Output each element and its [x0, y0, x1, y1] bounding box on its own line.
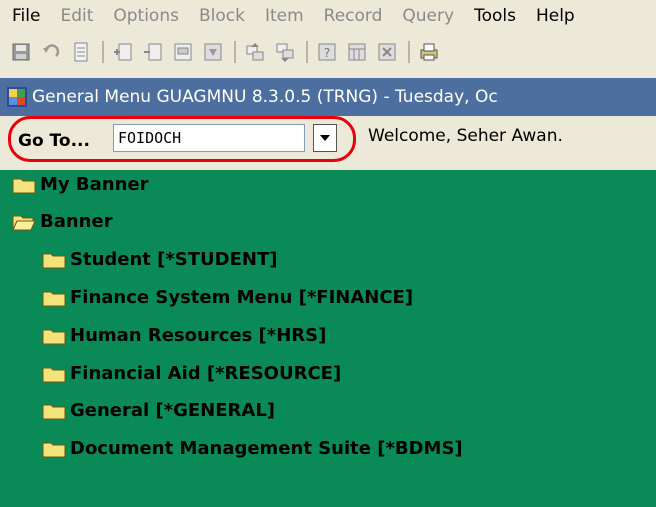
- menu-tree: My Banner Banner Student [*STUDENT] Fina…: [0, 170, 656, 507]
- document-icon[interactable]: [68, 39, 94, 65]
- folder-icon: [42, 291, 66, 306]
- application-icon: [7, 87, 27, 107]
- enter-query-icon[interactable]: [170, 39, 196, 65]
- menu-item[interactable]: Item: [265, 6, 304, 26]
- previous-block-icon[interactable]: [242, 39, 268, 65]
- rollback-icon[interactable]: [38, 39, 64, 65]
- menu-query[interactable]: Query: [402, 6, 454, 26]
- tree-item-label: Financial Aid [*RESOURCE]: [70, 363, 342, 384]
- toolbar-separator: [102, 41, 104, 63]
- menu-help[interactable]: Help: [536, 6, 575, 26]
- tree-item-banner[interactable]: Banner: [12, 211, 113, 232]
- help-icon[interactable]: ?: [314, 39, 340, 65]
- welcome-message: Welcome, Seher Awan.: [368, 126, 563, 146]
- tree-item-label: My Banner: [40, 174, 149, 195]
- goto-input[interactable]: [113, 124, 305, 152]
- remove-record-icon[interactable]: [140, 39, 166, 65]
- next-block-icon[interactable]: [272, 39, 298, 65]
- tree-item-student[interactable]: Student [*STUDENT]: [42, 249, 277, 270]
- menu-bar: File Edit Options Block Item Record Quer…: [0, 0, 656, 32]
- toolbar-separator: [234, 41, 236, 63]
- print-icon[interactable]: [416, 39, 442, 65]
- tree-item-label: Student [*STUDENT]: [70, 249, 278, 270]
- toolbar-separator: [306, 41, 308, 63]
- folder-icon: [42, 404, 66, 419]
- tree-item-human-resources[interactable]: Human Resources [*HRS]: [42, 325, 326, 346]
- menu-tools[interactable]: Tools: [474, 6, 516, 26]
- folder-icon: [42, 253, 66, 268]
- tree-item-label: Document Management Suite [*BDMS]: [70, 438, 463, 459]
- insert-record-icon[interactable]: [110, 39, 136, 65]
- tree-item-document-management[interactable]: Document Management Suite [*BDMS]: [42, 438, 463, 459]
- chevron-down-icon: [320, 135, 330, 141]
- toolbar-separator: [408, 41, 410, 63]
- folder-icon: [42, 367, 66, 382]
- window-title-bar: General Menu GUAGMNU 8.3.0.5 (TRNG) - Tu…: [0, 78, 656, 116]
- calendar-icon[interactable]: [344, 39, 370, 65]
- toolbar: ?: [0, 34, 656, 70]
- tree-item-label: General [*GENERAL]: [70, 400, 276, 421]
- svg-text:?: ?: [324, 46, 330, 60]
- open-folder-icon: [12, 215, 36, 230]
- goto-dropdown-button[interactable]: [313, 124, 337, 152]
- save-icon[interactable]: [8, 39, 34, 65]
- goto-label: Go To...: [18, 131, 90, 151]
- tree-item-financial-aid[interactable]: Financial Aid [*RESOURCE]: [42, 363, 341, 384]
- tree-item-label: Finance System Menu [*FINANCE]: [70, 287, 414, 308]
- menu-block[interactable]: Block: [199, 6, 245, 26]
- tree-item-label: Human Resources [*HRS]: [70, 325, 327, 346]
- cancel-icon[interactable]: [374, 39, 400, 65]
- tree-item-label: Banner: [40, 211, 113, 232]
- menu-edit[interactable]: Edit: [60, 6, 93, 26]
- tree-item-general[interactable]: General [*GENERAL]: [42, 400, 275, 421]
- folder-icon: [42, 442, 66, 457]
- execute-query-icon[interactable]: [200, 39, 226, 65]
- menu-record[interactable]: Record: [324, 6, 383, 26]
- folder-icon: [12, 178, 36, 193]
- menu-options[interactable]: Options: [113, 6, 179, 26]
- window-title: General Menu GUAGMNU 8.3.0.5 (TRNG) - Tu…: [32, 87, 498, 107]
- tree-item-finance[interactable]: Finance System Menu [*FINANCE]: [42, 287, 413, 308]
- tree-item-my-banner[interactable]: My Banner: [12, 174, 149, 195]
- menu-file[interactable]: File: [12, 6, 40, 26]
- folder-icon: [42, 329, 66, 344]
